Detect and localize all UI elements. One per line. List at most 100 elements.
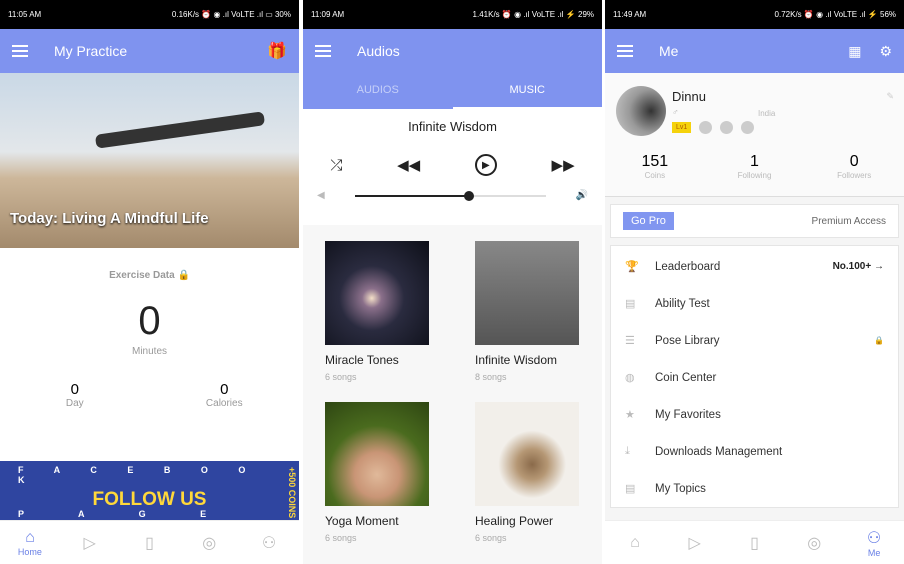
status-bar: 11:09 AM 1.41K/s ⏰ ◉ .ıl VoLTE .ıl ⚡ 29% — [303, 0, 602, 29]
nav-home[interactable]: ⌂ — [605, 521, 665, 564]
stat-value: 0 — [849, 153, 859, 170]
nav-play[interactable]: ▷ — [60, 521, 120, 564]
crown-badge-icon — [699, 121, 713, 134]
album-card[interactable]: Healing Power 6 songs — [475, 402, 579, 543]
stat-following[interactable]: 1 Following — [705, 153, 805, 180]
banner-top: F A C E B O O K — [18, 465, 260, 485]
stat-label: Following — [737, 171, 772, 180]
user-icon: ⚇ — [866, 529, 882, 547]
album-card[interactable]: Yoga Moment 6 songs — [325, 402, 429, 543]
practice-screen: 11:05 AM 0.16K/s ⏰ ◉ .ıl VoLTE .ıl ▭ 30% … — [0, 0, 299, 564]
settings-icon[interactable]: ⚙ — [879, 43, 892, 60]
stat-followers[interactable]: 0 Followers — [804, 153, 904, 180]
nav-play[interactable]: ▷ — [665, 521, 725, 564]
nav-audio[interactable]: ▯ — [120, 521, 180, 564]
time: 11:09 AM — [311, 10, 345, 19]
day-label: Day — [65, 398, 84, 409]
banner-title: FOLLOW US — [92, 489, 207, 510]
go-pro-card[interactable]: Go Pro Premium Access — [610, 204, 899, 238]
lock-icon: 🔒 — [874, 336, 884, 345]
speaker-icon: ▯ — [750, 534, 759, 552]
time: 11:49 AM — [613, 10, 647, 19]
lock-icon: 🔒 — [177, 270, 190, 281]
status-bar: 11:05 AM 0.16K/s ⏰ ◉ .ıl VoLTE .ıl ▭ 30% — [0, 0, 299, 29]
hero-banner[interactable]: Today: Living A Mindful Life — [0, 73, 299, 248]
calories-value: 0 — [220, 381, 229, 398]
shuffle-icon[interactable]: ⤮ — [330, 157, 342, 174]
play-pause-button[interactable]: ▶ — [474, 154, 497, 176]
banner-coins: +500 COINS — [287, 467, 297, 519]
status-icons: 1.41K/s ⏰ ◉ .ıl VoLTE .ıl ⚡ 29% — [472, 10, 594, 19]
album-songs: 6 songs — [325, 533, 357, 543]
country: India — [758, 109, 776, 118]
tab-music[interactable]: MUSIC — [452, 73, 602, 109]
menu-downloads[interactable]: ⤓ Downloads Management — [611, 433, 898, 470]
menu-icon[interactable] — [12, 45, 28, 57]
album-art — [325, 402, 429, 506]
tab-audios[interactable]: AUDIOS — [303, 73, 453, 109]
album-songs: 6 songs — [475, 533, 507, 543]
star-icon: ★ — [625, 409, 635, 421]
avatar[interactable] — [616, 86, 666, 136]
audios-screen: 11:09 AM 1.41K/s ⏰ ◉ .ıl VoLTE .ıl ⚡ 29% … — [303, 0, 602, 564]
day-value: 0 — [70, 381, 79, 398]
album-art — [325, 241, 429, 345]
menu-icon[interactable] — [315, 45, 331, 57]
nav-me-label: Me — [867, 547, 881, 558]
yoga-figure — [94, 111, 266, 149]
stat-coins[interactable]: 151 Coins — [605, 153, 705, 180]
status-icons: 0.72K/s ⏰ ◉ .ıl VoLTE .ıl ⚡ 56% — [774, 10, 896, 19]
home-icon: ⌂ — [25, 528, 35, 546]
menu-topics[interactable]: ▤ My Topics — [611, 470, 898, 507]
stat-label: Followers — [837, 171, 872, 180]
user-icon: ⚇ — [261, 534, 277, 552]
nav-music[interactable]: ◎ — [179, 521, 239, 564]
nav-me[interactable]: ⚇ — [239, 521, 299, 564]
minutes-value: 0 — [138, 299, 161, 343]
bottom-nav: ⌂ ▷ ▯ ◎ ⚇ Me — [605, 520, 904, 564]
volume-high-icon: 🔊 — [575, 190, 588, 201]
menu-leaderboard[interactable]: 🏆 Leaderboard No.100+ → — [611, 248, 898, 285]
volume-slider[interactable] — [354, 190, 546, 201]
status-icons: 0.16K/s ⏰ ◉ .ıl VoLTE .ıl ▭ 30% — [171, 10, 291, 19]
album-songs: 8 songs — [475, 372, 507, 382]
user-name: Dinnu — [672, 89, 706, 104]
menu-label: Coin Center — [655, 371, 717, 384]
nav-audio[interactable]: ▯ — [725, 521, 785, 564]
rewind-icon[interactable]: ◀◀ — [397, 156, 420, 174]
edit-icon[interactable]: ✎ — [886, 91, 894, 102]
go-pro-button[interactable]: Go Pro — [623, 212, 674, 230]
disc-icon: ◎ — [202, 534, 217, 552]
menu-icon[interactable] — [617, 45, 633, 57]
calories-label: Calories — [205, 398, 243, 409]
album-title: Miracle Tones — [325, 353, 399, 367]
play-icon: ▷ — [83, 534, 96, 552]
menu-label: My Topics — [655, 482, 706, 495]
time: 11:05 AM — [8, 10, 42, 19]
disc-icon: ◎ — [807, 534, 822, 552]
album-title: Yoga Moment — [325, 514, 399, 528]
gift-icon[interactable]: 🎁 — [267, 41, 287, 61]
coins-icon: ◍ — [625, 372, 635, 384]
menu-ability-test[interactable]: ▤ Ability Test — [611, 285, 898, 322]
album-card[interactable]: Miracle Tones 6 songs — [325, 241, 429, 382]
gift-icon[interactable]: ▦ — [848, 43, 861, 60]
trophy-icon: 🏆 — [625, 261, 639, 273]
speaker-icon: ▯ — [145, 534, 154, 552]
nav-music[interactable]: ◎ — [784, 521, 844, 564]
menu-coin-center[interactable]: ◍ Coin Center — [611, 359, 898, 396]
stat-value: 151 — [641, 153, 669, 170]
fast-forward-icon[interactable]: ▶▶ — [552, 156, 575, 174]
menu-label: Ability Test — [655, 297, 710, 310]
nav-me[interactable]: ⚇ Me — [844, 521, 904, 564]
menu-pose-library[interactable]: ☰ Pose Library 🔒 — [611, 322, 898, 359]
menu-favorites[interactable]: ★ My Favorites — [611, 396, 898, 433]
level-badge: Lv1 — [672, 122, 692, 133]
play-icon: ▷ — [688, 534, 701, 552]
menu-list: 🏆 Leaderboard No.100+ → ▤ Ability Test ☰ Pos… — [610, 245, 899, 508]
banner-bottom: P A G E — [18, 509, 233, 519]
album-card[interactable]: Infinite Wisdom 8 songs — [475, 241, 579, 382]
nav-home[interactable]: ⌂ Home — [0, 521, 60, 564]
list-icon: ☰ — [625, 335, 635, 347]
facebook-banner[interactable]: F A C E B O O K FOLLOW US P A G E +500 C… — [0, 461, 299, 521]
